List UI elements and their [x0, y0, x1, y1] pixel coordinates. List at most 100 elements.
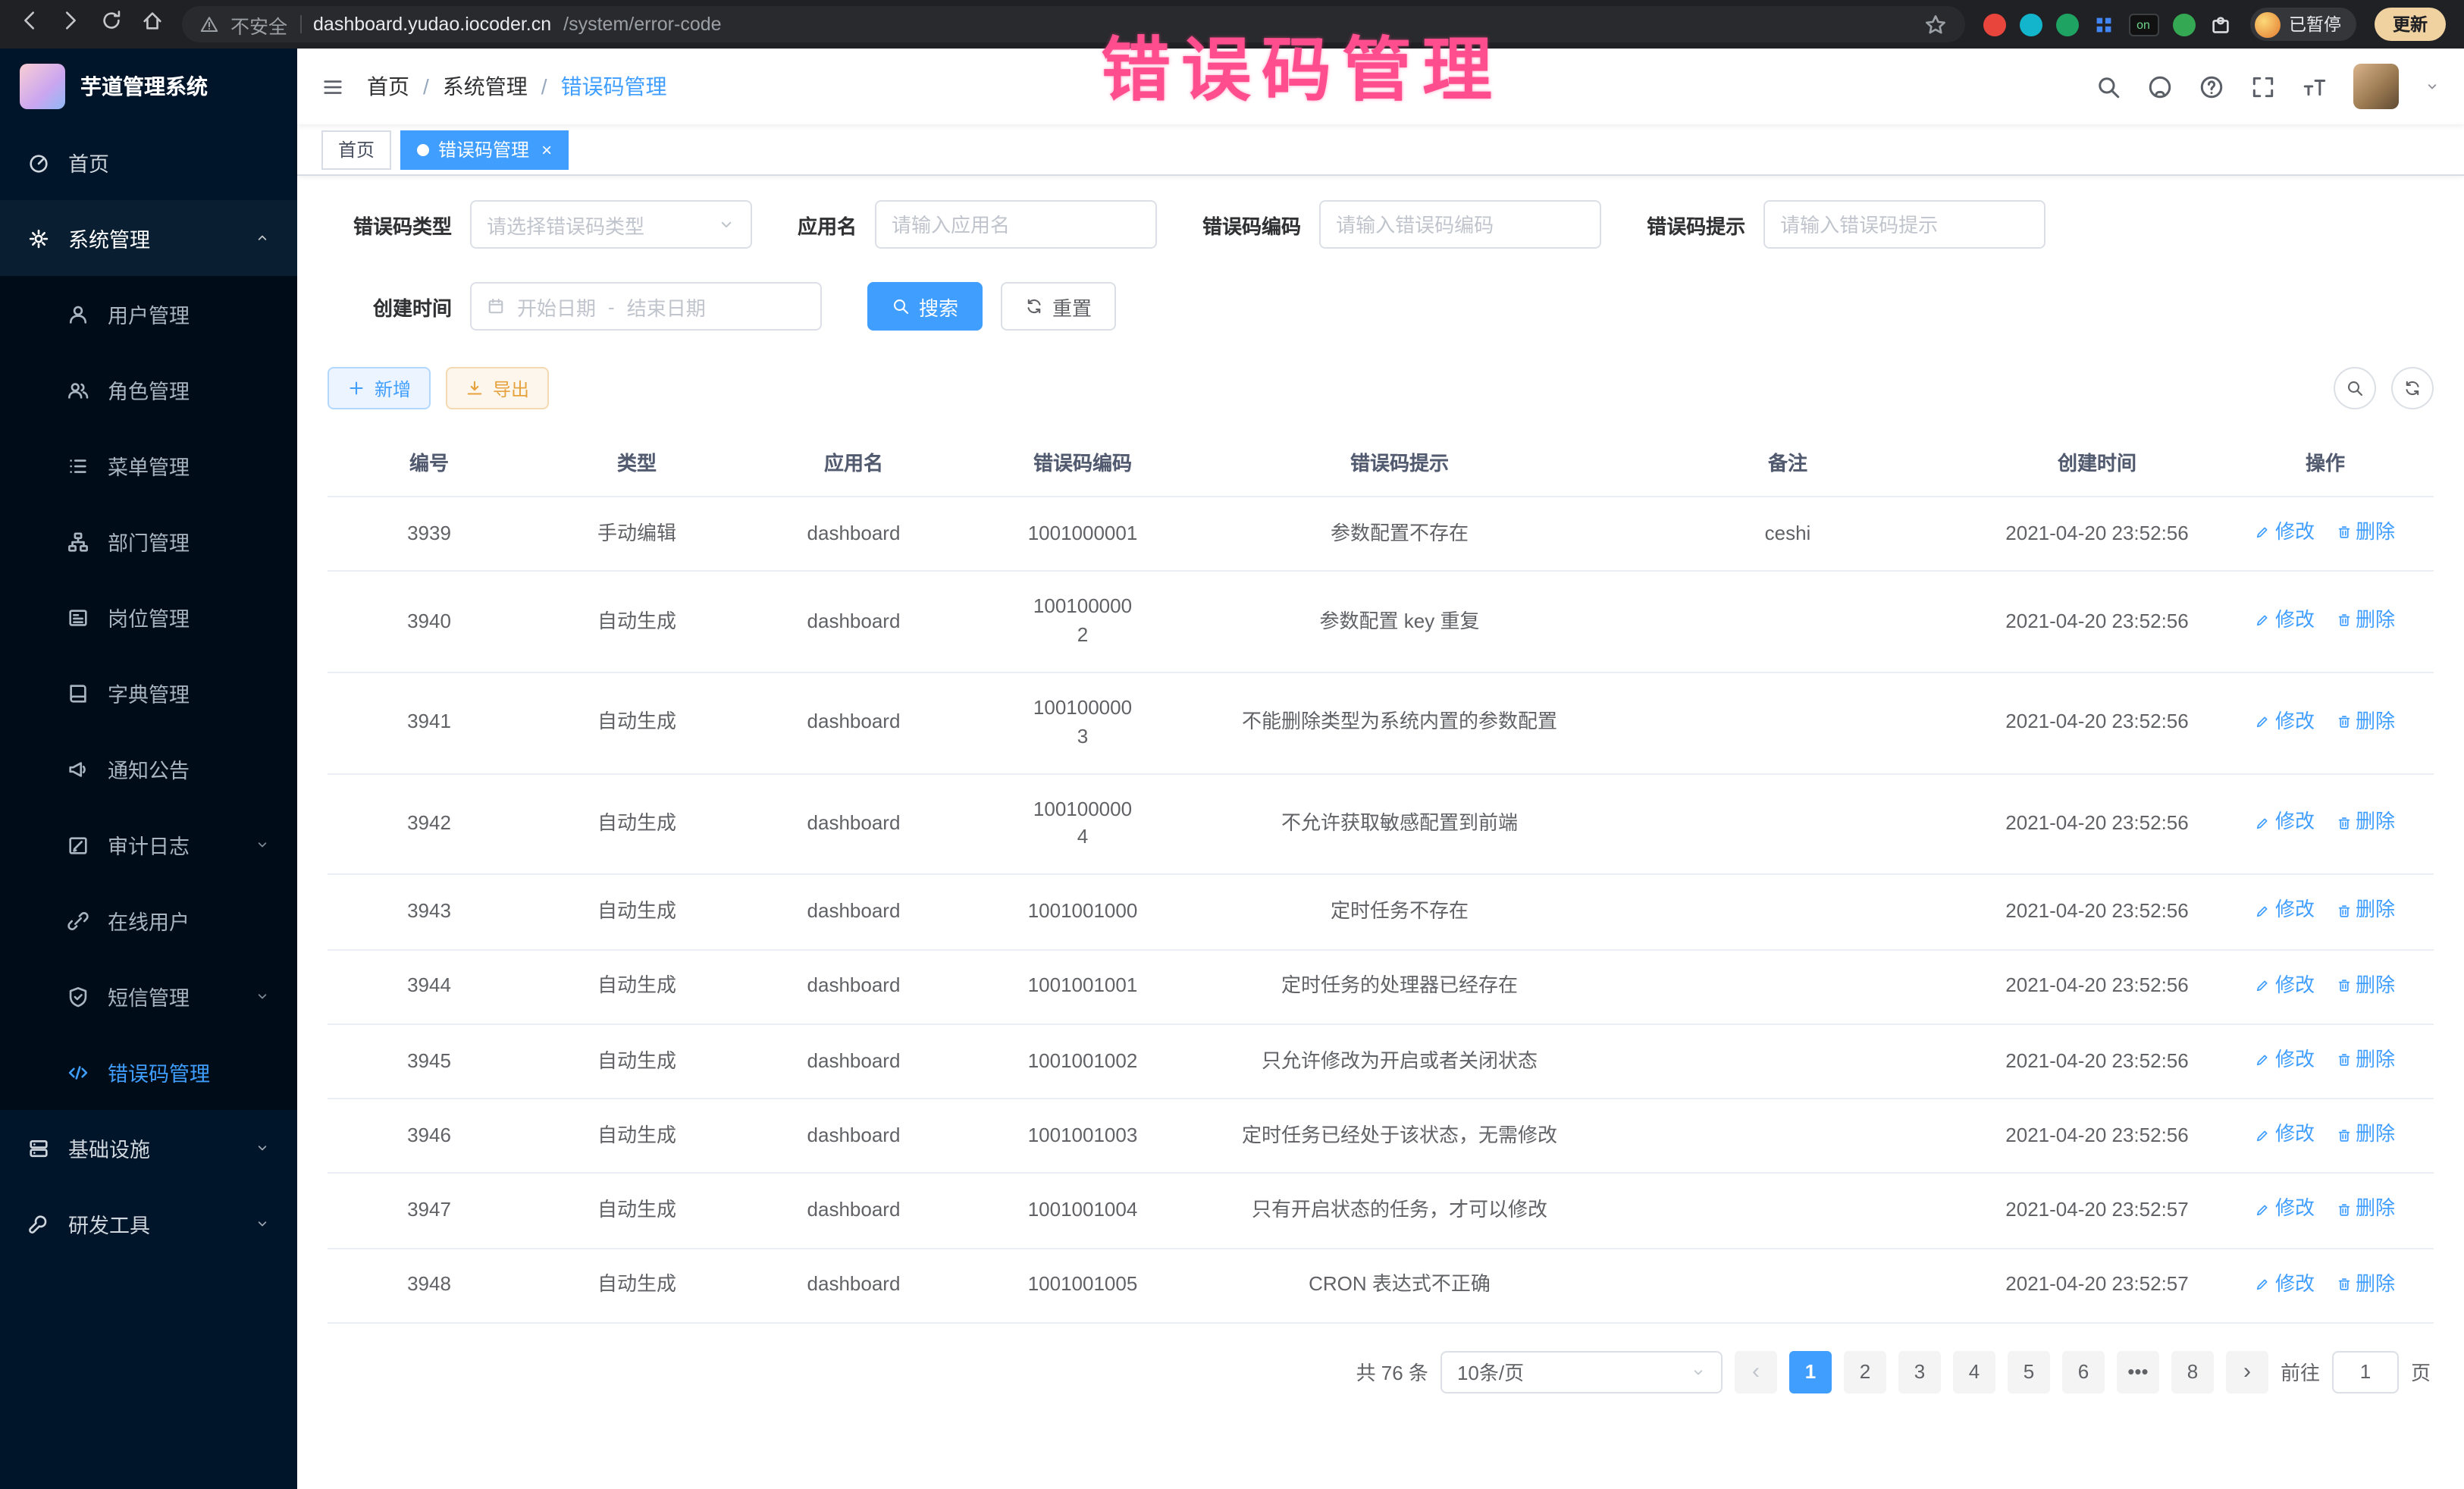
delete-button[interactable]: 删除 [2336, 971, 2395, 1000]
calendar-icon [487, 297, 505, 315]
more-pages-button[interactable]: ••• [2117, 1351, 2159, 1393]
edit-button[interactable]: 修改 [2256, 1196, 2315, 1224]
user-avatar[interactable] [2353, 64, 2399, 109]
sidebar-item-user-mgmt[interactable]: 用户管理 [0, 276, 297, 352]
browser-back-button[interactable] [18, 9, 41, 39]
edit-button[interactable]: 修改 [2256, 707, 2315, 736]
extension-icon[interactable] [2019, 13, 2042, 36]
delete-button[interactable]: 删除 [2336, 809, 2395, 838]
extensions-puzzle-icon[interactable] [2209, 13, 2231, 36]
delete-button[interactable]: 删除 [2336, 1121, 2395, 1149]
extension-icon[interactable] [1983, 13, 2005, 36]
tab-error-code-mgmt[interactable]: 错误码管理 × [400, 130, 569, 169]
breadcrumb-separator: / [423, 74, 429, 99]
edit-button[interactable]: 修改 [2256, 519, 2315, 547]
create-time-range-picker[interactable]: 开始日期 - 结束日期 [470, 282, 822, 331]
filter-panel-row-2: 创建时间 开始日期 - 结束日期 搜索 重置 [328, 282, 2434, 331]
sidebar-item-dict-mgmt[interactable]: 字典管理 [0, 655, 297, 731]
sidebar-item-post-mgmt[interactable]: 岗位管理 [0, 579, 297, 655]
sidebar-item-system-mgmt[interactable]: 系统管理 [0, 200, 297, 276]
sidebar-item-audit-log[interactable]: 审计日志 [0, 807, 297, 882]
delete-button[interactable]: 删除 [2336, 1196, 2395, 1224]
chevron-down-icon [717, 215, 735, 234]
error-code-input[interactable] [1319, 200, 1601, 249]
delete-button[interactable]: 删除 [2336, 897, 2395, 926]
browser-reload-button[interactable] [100, 9, 123, 39]
help-icon[interactable] [2199, 74, 2224, 99]
edit-button[interactable]: 修改 [2256, 1121, 2315, 1149]
fullscreen-icon[interactable] [2250, 74, 2276, 99]
next-page-button[interactable]: › [2226, 1351, 2268, 1393]
security-chip[interactable]: 不安全 [230, 10, 287, 39]
page-button[interactable]: 3 [1898, 1351, 1941, 1393]
extension-grid-icon[interactable] [2092, 13, 2114, 36]
delete-button[interactable]: 删除 [2336, 707, 2395, 736]
goto-page-input[interactable] [2332, 1351, 2399, 1393]
edit-button[interactable]: 修改 [2256, 1270, 2315, 1299]
page-size-select[interactable]: 10条/页 [1440, 1351, 1723, 1393]
sidebar-collapse-button[interactable] [321, 75, 344, 98]
content: 错误码类型 请选择错误码类型 应用名 错误码编码 [297, 176, 2464, 1489]
close-icon[interactable]: × [541, 139, 552, 160]
bookmark-star-icon[interactable] [1923, 13, 1946, 36]
search-icon[interactable] [2096, 74, 2121, 99]
sidebar-item-infrastructure[interactable]: 基础设施 [0, 1110, 297, 1186]
error-type-select[interactable]: 请选择错误码类型 [470, 200, 752, 249]
delete-button[interactable]: 删除 [2336, 1046, 2395, 1075]
breadcrumb-home[interactable]: 首页 [367, 71, 409, 102]
browser-forward-button[interactable] [59, 9, 82, 39]
app-logo[interactable]: 芋道管理系统 [0, 49, 297, 124]
refresh-table-button[interactable] [2391, 367, 2434, 409]
reset-button[interactable]: 重置 [1001, 282, 1116, 331]
sidebar-item-sms-mgmt[interactable]: 短信管理 [0, 958, 297, 1034]
page-button[interactable]: 4 [1953, 1351, 1995, 1393]
sidebar-item-dept-mgmt[interactable]: 部门管理 [0, 503, 297, 579]
address-bar[interactable]: 不安全 dashboard.yudao.iocoder.cn/system/er… [182, 6, 1964, 42]
extension-on-badge[interactable]: on [2128, 13, 2158, 36]
navbar-actions [2096, 64, 2440, 109]
page-button[interactable]: 2 [1844, 1351, 1886, 1393]
sidebar-item-notice[interactable]: 通知公告 [0, 731, 297, 807]
sidebar-item-home[interactable]: 首页 [0, 124, 297, 200]
delete-button[interactable]: 删除 [2336, 519, 2395, 547]
page-button[interactable]: 1 [1789, 1351, 1832, 1393]
breadcrumb-system-mgmt[interactable]: 系统管理 [443, 71, 528, 102]
extension-icon[interactable] [2172, 13, 2195, 36]
refresh-icon [1025, 297, 1043, 315]
delete-button[interactable]: 删除 [2336, 1270, 2395, 1299]
tab-home[interactable]: 首页 [321, 130, 391, 169]
edit-button[interactable]: 修改 [2256, 897, 2315, 926]
active-dot [417, 143, 429, 155]
edit-button[interactable]: 修改 [2256, 971, 2315, 1000]
github-icon[interactable] [2147, 74, 2173, 99]
edit-button[interactable]: 修改 [2256, 607, 2315, 635]
browser-profile-chip[interactable]: 已暂停 [2249, 8, 2356, 41]
breadcrumb-separator: / [541, 74, 547, 99]
page-button[interactable]: 6 [2062, 1351, 2105, 1393]
search-button[interactable]: 搜索 [867, 282, 983, 331]
table-header-row: 编号 类型 应用名 错误码编码 错误码提示 备注 创建时间 操作 [328, 428, 2434, 497]
delete-button[interactable]: 删除 [2336, 607, 2395, 635]
avatar-caret-down-icon[interactable] [2425, 79, 2440, 94]
font-size-icon[interactable] [2302, 74, 2328, 99]
sidebar-item-dev-tools[interactable]: 研发工具 [0, 1186, 297, 1262]
page-button[interactable]: 5 [2008, 1351, 2050, 1393]
sidebar-item-error-code-mgmt[interactable]: 错误码管理 [0, 1034, 297, 1110]
error-hint-input[interactable] [1763, 200, 2045, 249]
sidebar-item-online-users[interactable]: 在线用户 [0, 882, 297, 958]
show-search-toggle-button[interactable] [2334, 367, 2376, 409]
browser-update-button[interactable]: 更新 [2375, 8, 2446, 41]
sidebar-item-role-mgmt[interactable]: 角色管理 [0, 352, 297, 428]
add-button[interactable]: 新增 [328, 367, 431, 409]
export-button[interactable]: 导出 [446, 367, 549, 409]
sidebar-item-menu-mgmt[interactable]: 菜单管理 [0, 428, 297, 503]
page-button[interactable]: 8 [2171, 1351, 2214, 1393]
app-name-input[interactable] [875, 200, 1157, 249]
edit-button[interactable]: 修改 [2256, 809, 2315, 838]
edit-note-icon [67, 833, 89, 856]
prev-page-button[interactable]: ‹ [1735, 1351, 1777, 1393]
browser-home-button[interactable] [141, 9, 164, 39]
edit-button[interactable]: 修改 [2256, 1046, 2315, 1075]
toolbar-right [2334, 367, 2434, 409]
extension-icon[interactable] [2055, 13, 2078, 36]
